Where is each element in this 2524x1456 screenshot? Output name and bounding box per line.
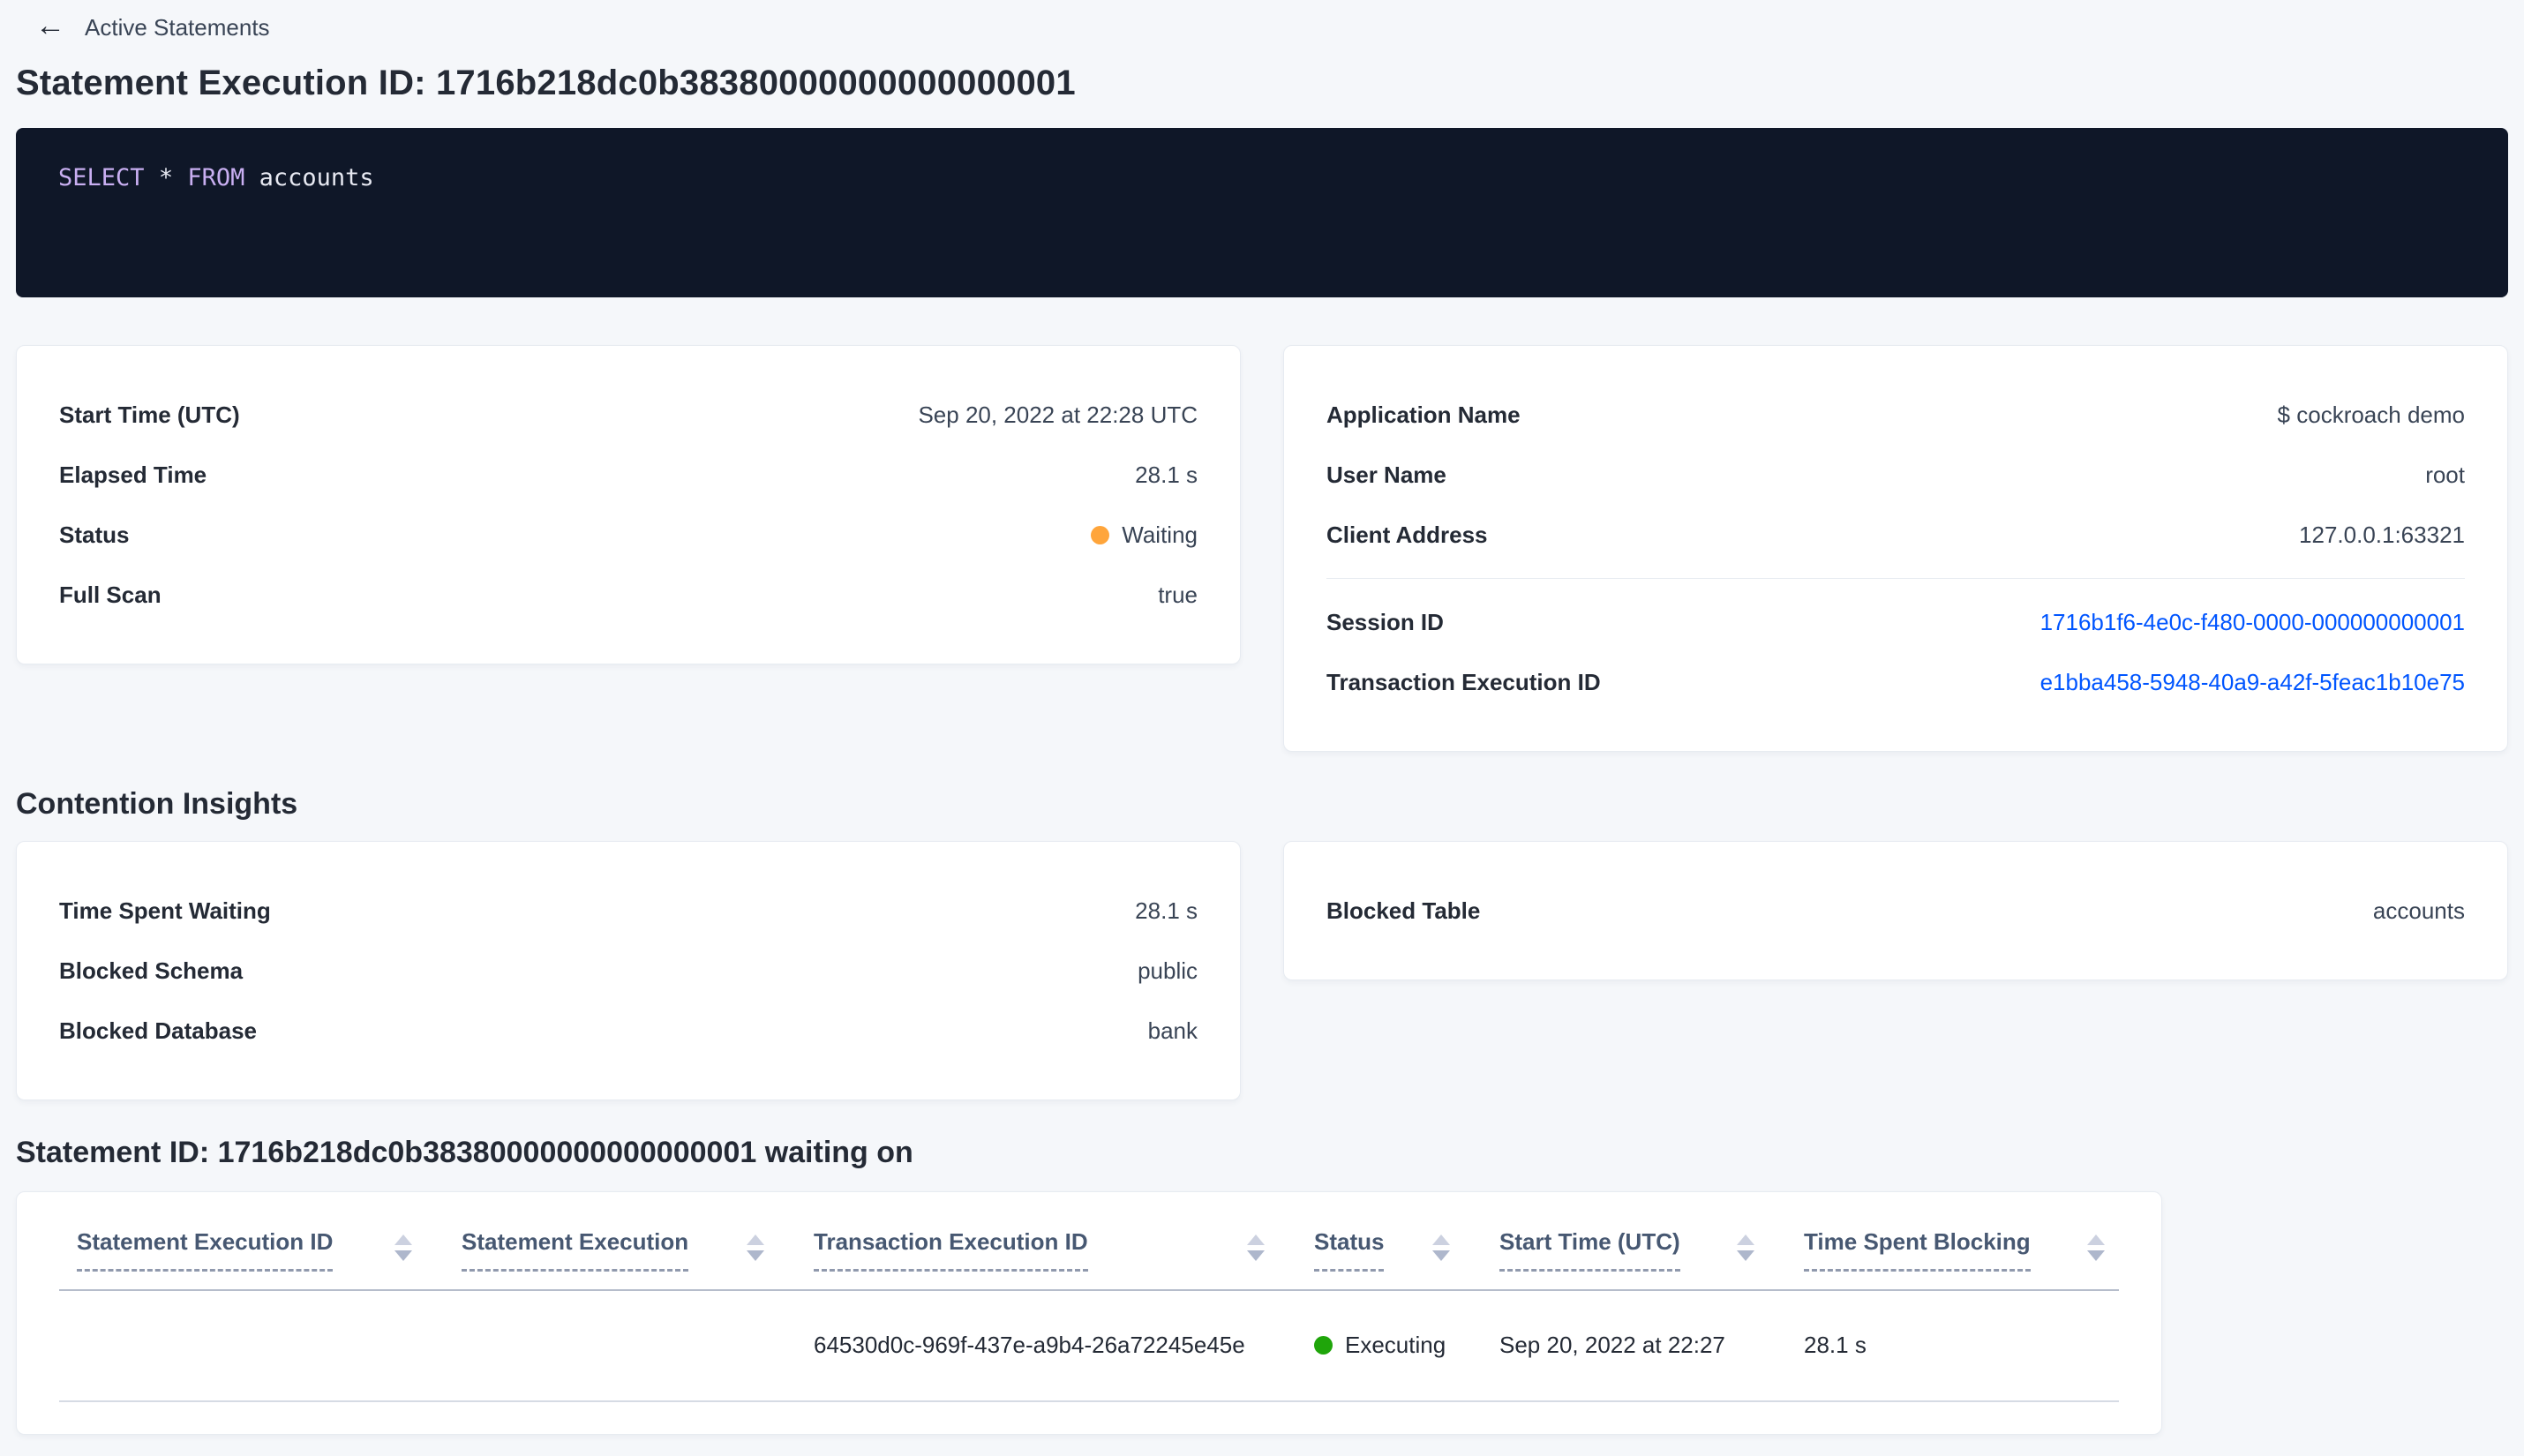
contention-insights-heading: Contention Insights [16, 787, 298, 821]
back-link-active-statements[interactable]: ← Active Statements [0, 0, 270, 42]
kv-row-blocked-database: Blocked Database bank [59, 1001, 1198, 1061]
user-name-label: User Name [1326, 461, 1446, 488]
kv-row-elapsed-time: Elapsed Time 28.1 s [59, 445, 1198, 505]
sql-table-name: accounts [259, 164, 374, 191]
kv-row-blocked-table: Blocked Table accounts [1326, 881, 2465, 941]
execution-details-card: Start Time (UTC) Sep 20, 2022 at 22:28 U… [16, 345, 1241, 664]
time-spent-waiting-value: 28.1 s [1135, 897, 1198, 924]
sort-icon[interactable] [1737, 1235, 1754, 1261]
kv-row-status: Status Waiting [59, 505, 1198, 565]
application-name-label: Application Name [1326, 401, 1521, 428]
table-row: 64530d0c-969f-437e-a9b4-26a72245e45e Exe… [17, 1291, 2161, 1400]
column-header-label: Start Time (UTC) [1499, 1227, 1680, 1272]
sort-icon[interactable] [1432, 1235, 1450, 1261]
elapsed-time-label: Elapsed Time [59, 461, 207, 488]
contention-cards-row: Time Spent Waiting 28.1 s Blocked Schema… [16, 841, 2508, 1100]
column-header-label: Status [1314, 1227, 1385, 1272]
status-value: Waiting [1091, 522, 1198, 549]
blocked-table-label: Blocked Table [1326, 897, 1481, 924]
column-header-statement-execution[interactable]: Statement Execution [462, 1227, 814, 1272]
kv-row-start-time: Start Time (UTC) Sep 20, 2022 at 22:28 U… [59, 385, 1198, 445]
transaction-execution-id-link[interactable]: e1bba458-5948-40a9-a42f-5feac1b10e75 [2040, 669, 2465, 696]
blocked-database-value: bank [1147, 1017, 1198, 1044]
kv-row-blocked-schema: Blocked Schema public [59, 941, 1198, 1001]
sort-icon[interactable] [2087, 1235, 2105, 1261]
kv-row-session-id: Session ID 1716b1f6-4e0c-f480-0000-00000… [1326, 592, 2465, 652]
sql-star: * [158, 164, 174, 191]
sql-statement-box: SELECT * FROM accounts [16, 128, 2508, 297]
sql-keyword-from: FROM [187, 164, 245, 191]
column-header-time-spent-blocking[interactable]: Time Spent Blocking [1804, 1227, 2154, 1272]
cell-start-time: Sep 20, 2022 at 22:27 [1499, 1332, 1725, 1358]
session-id-label: Session ID [1326, 608, 1444, 635]
blocked-schema-value: public [1138, 957, 1198, 984]
kv-row-time-spent-waiting: Time Spent Waiting 28.1 s [59, 881, 1198, 941]
waiting-on-table-card: Statement Execution ID Statement Executi… [16, 1191, 2162, 1435]
sort-icon[interactable] [394, 1235, 412, 1261]
user-name-value: root [2425, 461, 2465, 488]
status-value-text: Waiting [1122, 521, 1198, 548]
back-link-label: Active Statements [85, 13, 270, 41]
cell-time-spent-blocking: 28.1 s [1804, 1332, 1867, 1358]
client-address-label: Client Address [1326, 521, 1488, 548]
page: ← Active Statements Statement Execution … [0, 0, 2524, 1435]
cell-status: Executing [1314, 1332, 1499, 1359]
client-address-value: 127.0.0.1:63321 [2299, 521, 2465, 548]
cell-status-text: Executing [1345, 1332, 1446, 1358]
time-spent-waiting-label: Time Spent Waiting [59, 897, 271, 924]
sort-icon[interactable] [1247, 1235, 1265, 1261]
blocked-schema-label: Blocked Schema [59, 957, 244, 984]
sort-icon[interactable] [747, 1235, 764, 1261]
status-label: Status [59, 521, 130, 548]
column-header-statement-execution-id[interactable]: Statement Execution ID [77, 1227, 462, 1272]
column-header-status[interactable]: Status [1314, 1227, 1499, 1272]
start-time-label: Start Time (UTC) [59, 401, 240, 428]
start-time-value: Sep 20, 2022 at 22:28 UTC [918, 401, 1198, 428]
elapsed-time-value: 28.1 s [1135, 461, 1198, 488]
blocked-table-value: accounts [2372, 897, 2465, 924]
kv-row-client-address: Client Address 127.0.0.1:63321 [1326, 505, 2465, 565]
blocked-table-card: Blocked Table accounts [1283, 841, 2508, 980]
column-header-transaction-execution-id[interactable]: Transaction Execution ID [814, 1227, 1314, 1272]
column-header-label: Statement Execution [462, 1227, 689, 1272]
full-scan-value: true [1158, 581, 1198, 608]
left-arrow-icon: ← [35, 9, 65, 42]
sql-keyword-select: SELECT [58, 164, 145, 191]
kv-row-full-scan: Full Scan true [59, 565, 1198, 625]
page-title: Statement Execution ID: 1716b218dc0b3838… [16, 64, 1076, 102]
column-header-label: Transaction Execution ID [814, 1227, 1088, 1272]
column-header-label: Statement Execution ID [77, 1227, 334, 1272]
kv-row-transaction-execution-id: Transaction Execution ID e1bba458-5948-4… [1326, 652, 2465, 712]
contention-waiting-card: Time Spent Waiting 28.1 s Blocked Schema… [16, 841, 1241, 1100]
waiting-on-heading: Statement ID: 1716b218dc0b38380000000000… [16, 1136, 913, 1169]
executing-status-dot-icon [1314, 1336, 1333, 1355]
kv-row-user-name: User Name root [1326, 445, 2465, 505]
blocked-database-label: Blocked Database [59, 1017, 257, 1044]
application-name-value: $ cockroach demo [2277, 401, 2465, 428]
kv-row-application-name: Application Name $ cockroach demo [1326, 385, 2465, 445]
full-scan-label: Full Scan [59, 581, 162, 608]
transaction-execution-id-label: Transaction Execution ID [1326, 668, 1601, 695]
waiting-status-dot-icon [1091, 525, 1110, 544]
table-header-row: Statement Execution ID Statement Executi… [17, 1227, 2161, 1272]
cell-transaction-execution-id: 64530d0c-969f-437e-a9b4-26a72245e45e [814, 1332, 1245, 1358]
table-row-divider [59, 1400, 2119, 1402]
column-header-start-time[interactable]: Start Time (UTC) [1499, 1227, 1804, 1272]
overview-cards-row: Start Time (UTC) Sep 20, 2022 at 22:28 U… [16, 345, 2508, 752]
column-header-label: Time Spent Blocking [1804, 1227, 2031, 1272]
card-divider [1326, 578, 2465, 579]
session-id-link[interactable]: 1716b1f6-4e0c-f480-0000-000000000001 [2040, 609, 2465, 636]
session-details-card: Application Name $ cockroach demo User N… [1283, 345, 2508, 752]
